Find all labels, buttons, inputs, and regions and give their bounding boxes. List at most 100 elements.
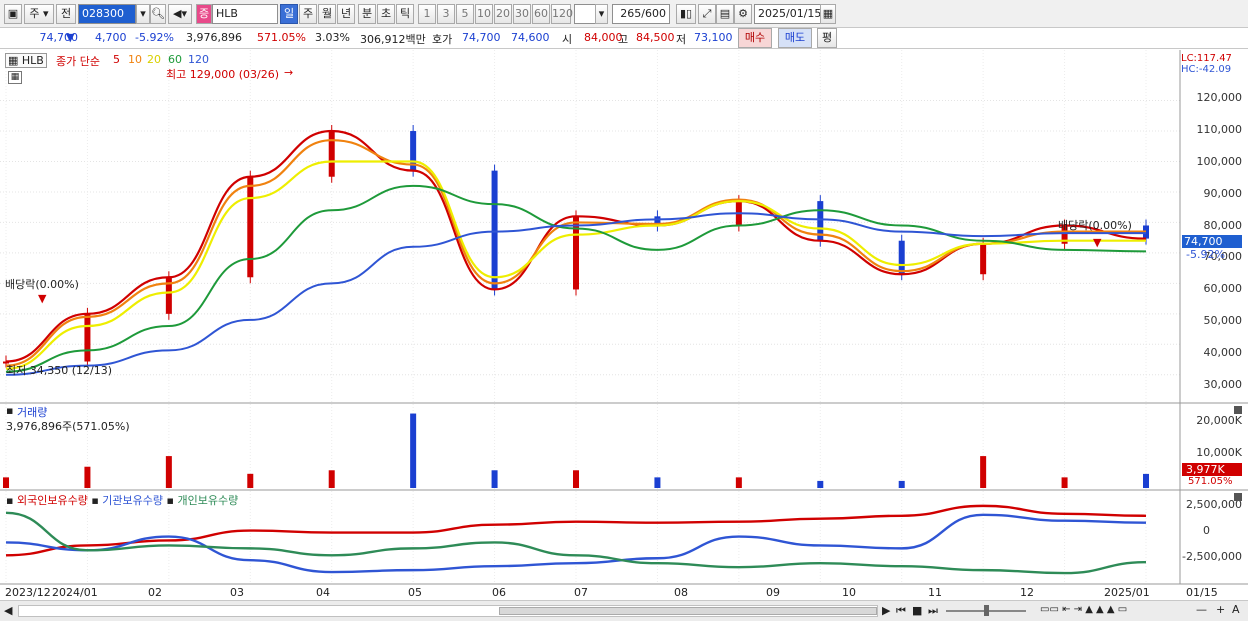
candle — [84, 313, 91, 362]
scroll-left-icon[interactable]: ◀ — [4, 604, 12, 617]
volume-bar — [410, 413, 417, 488]
search-icon[interactable]: 🔍︎ — [150, 4, 166, 24]
tab-year[interactable]: 년 — [337, 4, 355, 24]
y-tick: 100,000 — [1196, 155, 1243, 168]
buy-button[interactable]: 매수 — [738, 28, 772, 48]
interval-120[interactable]: 120 — [551, 4, 573, 24]
zoom-in-icon[interactable]: + — [1216, 603, 1225, 616]
volume-bar — [817, 480, 824, 488]
volume-bar — [573, 470, 579, 488]
change-pct: -5.92% — [135, 31, 174, 44]
max-label: 최고 129,000 (03/26) — [166, 68, 280, 81]
volume-bar — [1143, 473, 1149, 488]
market-select[interactable]: 주 ▾ — [24, 4, 54, 24]
legend-marker: ▪ — [166, 494, 174, 507]
open-label: 시 — [562, 33, 573, 46]
x-tick: 01/15 — [1186, 586, 1218, 599]
zoom-out-icon[interactable]: — — [1196, 603, 1207, 616]
tab-month[interactable]: 월 — [318, 4, 336, 24]
eval-button[interactable]: 평 — [817, 28, 837, 48]
chevron-down-icon[interactable]: ▾ — [595, 4, 608, 24]
high-label: 고 — [618, 33, 629, 46]
candle — [980, 243, 987, 275]
prev-button[interactable]: 전 — [56, 4, 76, 24]
volume-bar — [84, 466, 91, 488]
x-tick: 2023/12 — [5, 586, 51, 599]
line-tool-icon[interactable]: ⤢ — [698, 4, 716, 24]
text-size-icon[interactable]: A — [1232, 603, 1240, 616]
interval-10[interactable]: 10 — [475, 4, 493, 24]
interval-30[interactable]: 30 — [513, 4, 531, 24]
x-tick: 04 — [316, 586, 330, 599]
tab-week[interactable]: 주 — [299, 4, 317, 24]
down-arrow-icon: ▼ — [66, 31, 75, 44]
interval-3[interactable]: 3 — [437, 4, 455, 24]
zoom-slider-handle[interactable] — [984, 605, 989, 616]
count-input[interactable]: 265/600 — [612, 4, 670, 24]
symbol-box[interactable]: ▦ HLB — [5, 53, 47, 68]
legend-marker: ▪ — [91, 494, 99, 507]
chart-tools-icon[interactable]: ▭▭ ⇤ ⇥ ▲ ▲ ▲ ▭ — [1040, 604, 1127, 615]
interval-20[interactable]: 20 — [494, 4, 512, 24]
arrow-down-icon: ▼ — [38, 292, 47, 305]
close-icon[interactable] — [1234, 493, 1242, 501]
name-field: HLB — [212, 4, 278, 24]
x-tick: 06 — [492, 586, 506, 599]
scroll-thumb[interactable] — [499, 607, 877, 615]
volume-value: 3,976,896주(571.05%) — [6, 420, 130, 433]
grid-table-icon[interactable]: ▦ — [8, 71, 22, 84]
stop-icon[interactable]: ■ — [912, 604, 922, 617]
save-icon[interactable]: ▤ — [716, 4, 734, 24]
low-price: 73,100 — [694, 31, 733, 44]
fast-forward-icon[interactable]: ⏭ — [928, 604, 938, 618]
sell-button[interactable]: 매도 — [778, 28, 812, 48]
tab-second[interactable]: 초 — [377, 4, 395, 24]
ma-title: 종가 단순 — [56, 55, 100, 68]
scroll-bar[interactable]: ◀ ▶ ⏮ ■ ⏭ ▭▭ ⇤ ⇥ ▲ ▲ ▲ ▭ — + A — [0, 600, 1248, 621]
holdings-legend: ▪ 외국인보유수량 ▪ 기관보유수량 ▪ 개인보유수량 — [6, 492, 238, 508]
interval-60[interactable]: 60 — [532, 4, 550, 24]
x-tick: 2024/01 — [52, 586, 98, 599]
x-tick: 12 — [1020, 586, 1034, 599]
x-tick: 2025/01 — [1104, 586, 1150, 599]
interval-5[interactable]: 5 — [456, 4, 474, 24]
rewind-icon[interactable]: ⏮ — [896, 604, 906, 618]
volume-ratio: 571.05% — [257, 31, 306, 44]
window-icon[interactable]: ▣ — [4, 4, 22, 24]
calendar-icon[interactable]: ▦ — [820, 4, 836, 24]
code-input[interactable]: 028300 — [78, 4, 136, 24]
toolbar: ▣ 주 ▾ 전 028300 ▾ 🔍︎ ◀▾ 증 HLB 일 주 월 년 분 초… — [0, 0, 1248, 28]
speaker-icon[interactable]: ◀▾ — [168, 4, 192, 24]
open-price: 84,000 — [584, 31, 623, 44]
legend-institution: 기관보유수량 — [102, 494, 164, 507]
x-tick: 09 — [766, 586, 780, 599]
chevron-down-icon[interactable]: ▾ — [136, 4, 150, 24]
y-tick: 60,000 — [1203, 282, 1243, 295]
dividend-right-label: 배당락(0.00%) — [1058, 219, 1132, 232]
scroll-track[interactable] — [18, 605, 878, 617]
gear-icon[interactable]: ⚙ — [734, 4, 752, 24]
tab-day[interactable]: 일 — [280, 4, 298, 24]
x-tick: 11 — [928, 586, 942, 599]
volume-bar — [491, 470, 498, 488]
candle — [328, 131, 335, 177]
candle — [898, 240, 905, 275]
vol-tick: 20,000K — [1196, 414, 1242, 427]
x-tick: 02 — [148, 586, 162, 599]
volume-bar — [247, 473, 254, 488]
tab-tick[interactable]: 틱 — [396, 4, 414, 24]
volume-bar — [654, 477, 661, 488]
interval-1[interactable]: 1 — [418, 4, 436, 24]
scroll-right-icon[interactable]: ▶ — [882, 604, 890, 617]
lc-label: LC:117.47 — [1181, 53, 1232, 64]
volume-bar — [898, 480, 905, 488]
date-input[interactable]: 2025/01/15 — [754, 4, 822, 24]
legend-individual: 개인보유수량 — [177, 494, 239, 507]
close-icon[interactable] — [1234, 406, 1242, 414]
volume-bar — [165, 456, 172, 488]
chart-canvas[interactable] — [0, 50, 1248, 600]
y-tick: 40,000 — [1203, 346, 1243, 359]
arrow-down-icon: ▼ — [1093, 236, 1102, 249]
tab-minute[interactable]: 분 — [358, 4, 376, 24]
candle-type-icon[interactable]: ▮▯ — [676, 4, 696, 24]
